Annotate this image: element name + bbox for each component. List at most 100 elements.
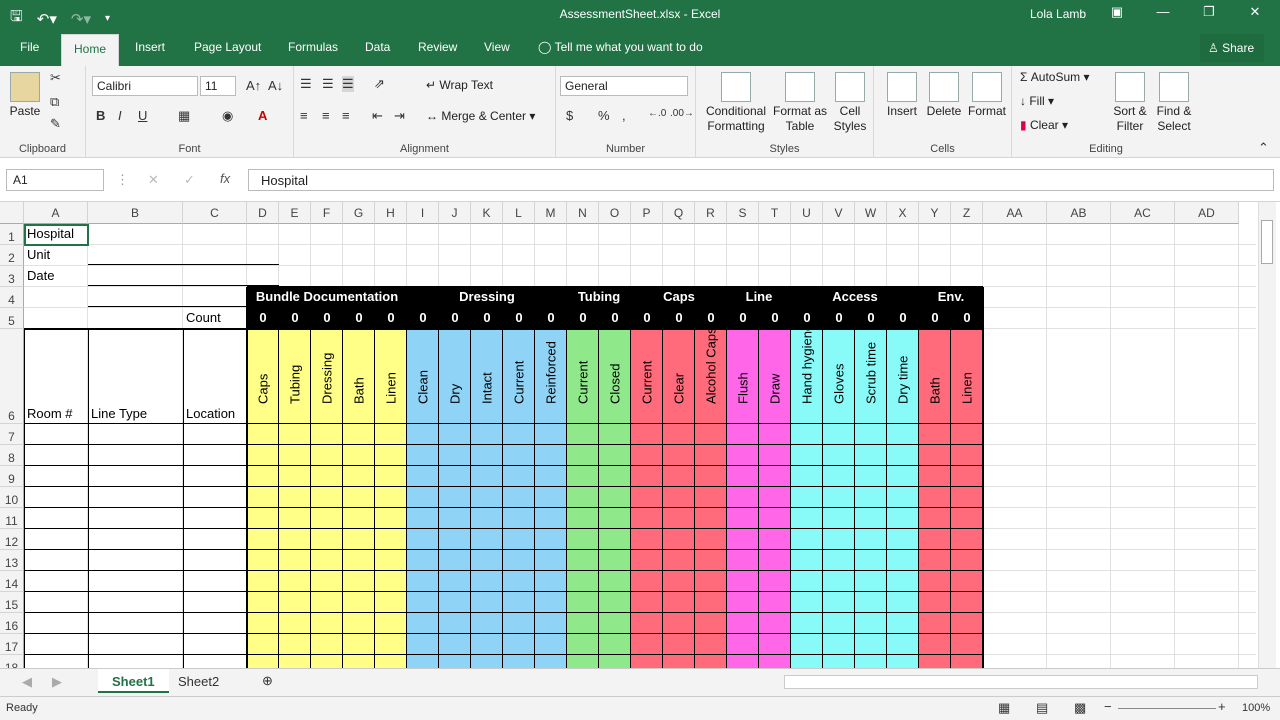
column-header[interactable]: S	[727, 202, 759, 224]
underline-icon[interactable]: U	[138, 108, 147, 123]
item-label-cell[interactable]: Bath	[919, 328, 951, 423]
count-cell[interactable]: 0	[887, 307, 919, 328]
column-header[interactable]: AC	[1111, 202, 1175, 224]
item-data-column[interactable]	[407, 423, 439, 668]
count-cell[interactable]: 0	[791, 307, 823, 328]
item-label-cell[interactable]: Intact	[471, 328, 503, 423]
column-header[interactable]: T	[759, 202, 791, 224]
cell-a3[interactable]: Date	[27, 268, 54, 283]
row-header[interactable]: 16	[0, 613, 24, 634]
item-data-column[interactable]	[887, 423, 919, 668]
column-header[interactable]: W	[855, 202, 887, 224]
count-cell[interactable]: 0	[503, 307, 535, 328]
tab-formulas[interactable]: Formulas	[288, 40, 338, 54]
row-header[interactable]: 5	[0, 308, 24, 329]
item-label-cell[interactable]: Hand hygiene	[791, 328, 823, 423]
row-header[interactable]: 10	[0, 487, 24, 508]
item-data-column[interactable]	[663, 423, 695, 668]
item-label-cell[interactable]: Current	[631, 328, 663, 423]
user-name[interactable]: Lola Lamb	[1030, 7, 1086, 21]
tab-review[interactable]: Review	[418, 40, 457, 54]
cell-b6[interactable]: Line Type	[91, 406, 147, 421]
row-header[interactable]: 13	[0, 550, 24, 571]
column-header[interactable]: M	[535, 202, 567, 224]
ribbon-display-icon[interactable]: ▣	[1106, 4, 1128, 20]
tab-insert[interactable]: Insert	[135, 40, 165, 54]
item-label-cell[interactable]: Clear	[663, 328, 695, 423]
column-header[interactable]: R	[695, 202, 727, 224]
item-data-column[interactable]	[951, 423, 983, 668]
prev-sheet-icon[interactable]: ◀	[22, 674, 32, 690]
copy-icon[interactable]: ⧉	[50, 94, 59, 110]
top-align-icon[interactable]: ☰	[300, 76, 312, 92]
item-label-cell[interactable]: Bath	[343, 328, 375, 423]
enter-icon[interactable]: ✓	[184, 172, 195, 188]
item-data-column[interactable]	[695, 423, 727, 668]
column-header[interactable]: AB	[1047, 202, 1111, 224]
row-header[interactable]: 11	[0, 508, 24, 529]
item-data-column[interactable]	[279, 423, 311, 668]
column-header[interactable]: Q	[663, 202, 695, 224]
sheet-tab-sheet2[interactable]: Sheet2	[164, 669, 233, 693]
fill-button[interactable]: ↓ Fill ▾	[1020, 94, 1054, 109]
column-header[interactable]: A	[24, 202, 88, 224]
item-data-column[interactable]	[375, 423, 407, 668]
row-header[interactable]: 18	[0, 655, 24, 668]
count-cell[interactable]: 0	[823, 307, 855, 328]
item-label-cell[interactable]: Tubing	[279, 328, 311, 423]
grow-font-icon[interactable]: A↑	[246, 78, 261, 93]
item-data-column[interactable]	[759, 423, 791, 668]
count-cell[interactable]: 0	[631, 307, 663, 328]
align-right-icon[interactable]: ≡	[342, 108, 350, 123]
column-header[interactable]: V	[823, 202, 855, 224]
cell-a6[interactable]: Room #	[27, 406, 73, 421]
column-header[interactable]: H	[375, 202, 407, 224]
count-cell[interactable]: 0	[855, 307, 887, 328]
column-header[interactable]: AD	[1175, 202, 1239, 224]
count-cell[interactable]: 0	[343, 307, 375, 328]
font-color-icon[interactable]: A	[258, 108, 267, 123]
item-data-column[interactable]	[503, 423, 535, 668]
row-header[interactable]: 9	[0, 466, 24, 487]
row-header[interactable]: 8	[0, 445, 24, 466]
zoom-slider[interactable]	[1118, 708, 1216, 709]
count-cell[interactable]: 0	[759, 307, 791, 328]
share-button[interactable]: ♙ Share	[1200, 34, 1264, 62]
delete-cells-button[interactable]: Delete	[924, 72, 964, 119]
item-data-column[interactable]	[855, 423, 887, 668]
item-label-cell[interactable]: Draw	[759, 328, 791, 423]
format-cells-button[interactable]: Format	[966, 72, 1008, 119]
column-header[interactable]: L	[503, 202, 535, 224]
item-data-column[interactable]	[247, 423, 279, 668]
page-break-view-icon[interactable]: ▩	[1074, 700, 1086, 716]
merge-center-button[interactable]: ↔ Merge & Center ▾	[426, 109, 535, 124]
insert-function-icon[interactable]: fx	[220, 171, 230, 186]
collapse-ribbon-icon[interactable]: ⌃	[1258, 140, 1269, 156]
font-size-combo[interactable]: 11	[200, 76, 236, 96]
count-cell[interactable]: 0	[567, 307, 599, 328]
column-header[interactable]: D	[247, 202, 279, 224]
middle-align-icon[interactable]: ☰	[322, 76, 334, 92]
count-cell[interactable]: 0	[279, 307, 311, 328]
item-label-cell[interactable]: Dry time	[887, 328, 919, 423]
count-cell[interactable]: 0	[663, 307, 695, 328]
column-header[interactable]: I	[407, 202, 439, 224]
scroll-thumb[interactable]	[1261, 220, 1273, 264]
sheet-tab-sheet1[interactable]: Sheet1	[98, 669, 169, 693]
item-data-column[interactable]	[567, 423, 599, 668]
item-label-cell[interactable]: Linen	[375, 328, 407, 423]
decrease-indent-icon[interactable]: ⇤	[372, 108, 383, 124]
item-data-column[interactable]	[919, 423, 951, 668]
bold-icon[interactable]: B	[96, 108, 105, 123]
item-label-cell[interactable]: Current	[503, 328, 535, 423]
tab-data[interactable]: Data	[365, 40, 390, 54]
item-label-cell[interactable]: Closed	[599, 328, 631, 423]
select-all-corner[interactable]	[0, 202, 24, 224]
column-header[interactable]: C	[183, 202, 247, 224]
count-cell[interactable]: 0	[439, 307, 471, 328]
wrap-text-button[interactable]: ↵ Wrap Text	[426, 78, 493, 93]
tell-me-box[interactable]: ◯ Tell me what you want to do	[538, 40, 703, 54]
item-label-cell[interactable]: Dressing	[311, 328, 343, 423]
column-header[interactable]: Z	[951, 202, 983, 224]
column-header[interactable]: E	[279, 202, 311, 224]
